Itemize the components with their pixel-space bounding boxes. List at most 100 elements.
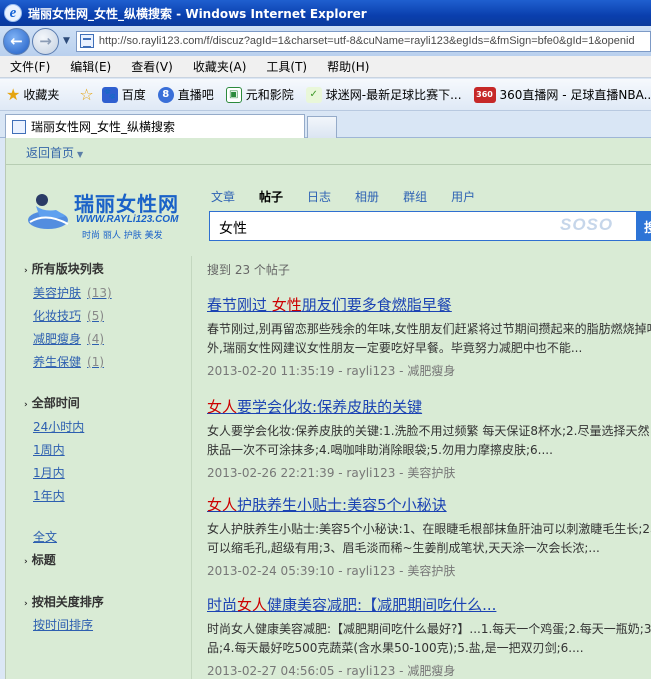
result-title-link[interactable]: 春节刚过 女性朋友们要多食燃脂早餐 (207, 294, 651, 315)
result-meta: 2013-02-27 04:56:05 - rayli123 - 减肥瘦身 (207, 664, 456, 678)
logo-site: WWW.RAYLi123.COM (76, 214, 179, 225)
navigation-bar: ← → ▼ http://so.rayli123.com/f/discuz?ag… (0, 26, 651, 56)
result-snippet: 春节刚过,别再留恋那些残余的年味,女性朋友们赶紧将过节期间攒起来的脂肪燃烧掉吧。… (207, 320, 651, 358)
fav-item-qiumi[interactable]: ✓ 球迷网-最新足球比赛下... (305, 86, 462, 103)
arrow-right-icon: › (24, 599, 28, 609)
boards-heading[interactable]: › 所有版块列表 (24, 260, 104, 277)
menu-edit[interactable]: 编辑(E) (70, 58, 111, 75)
tab-posts[interactable]: 帖子 (259, 188, 283, 205)
title-text: 朋友们要多食燃脂早餐 (301, 296, 452, 314)
search-query[interactable]: 女性 (219, 218, 247, 238)
menu-help[interactable]: 帮助(H) (327, 58, 369, 75)
fav-item-360[interactable]: 360 360直播网 - 足球直播NBA... (473, 86, 651, 103)
forward-button[interactable]: → (32, 27, 59, 55)
back-home-link[interactable]: 返回首页 ▼ (26, 144, 83, 161)
logo-figure-icon (28, 194, 69, 229)
title-text: 时尚 (207, 596, 238, 614)
tab-current[interactable]: 瑞丽女性网_女性_纵横搜索 (5, 114, 305, 138)
caret-down-icon: ▼ (77, 150, 84, 159)
time-heading-label: 全部时间 (31, 396, 80, 410)
new-tab-button[interactable] (307, 116, 337, 138)
sidebar-divider (191, 256, 192, 679)
board-link-beauty[interactable]: 美容护肤 (13) (33, 284, 112, 301)
fav-item-baidu[interactable]: 🐾 百度 (101, 86, 146, 103)
page-icon (12, 119, 26, 134)
result-snippet: 女人护肤养生小贴士:美容5个小秘诀:1、在眼睫毛根部抹鱼肝油可以刺激睫毛生长;2… (207, 520, 651, 558)
address-bar[interactable]: http://so.rayli123.com/f/discuz?agId=1&c… (75, 30, 651, 52)
search-input[interactable]: 女性 SOSO (209, 211, 651, 241)
tab-groups[interactable]: 群组 (403, 188, 427, 205)
fav-item-yuanhe[interactable]: ▣ 元和影院 (225, 86, 294, 103)
board-count: (4) (87, 332, 105, 346)
time-link-month[interactable]: 1月内 (33, 464, 65, 481)
boards-heading-label: 所有版块列表 (31, 262, 104, 276)
snippet-line: 女人护肤养生小贴士:美容5个小秘诀:1、在眼睫毛根部抹鱼肝油可以刺激睫毛生长;2… (207, 522, 651, 536)
page-icon (79, 34, 94, 48)
board-count: (13) (87, 286, 112, 300)
result-item: 女人要学会化妆:保养皮肤的关键 女人要学会化妆:保养皮肤的关键:1.洗脸不用过频… (207, 396, 651, 481)
result-item: 女人护肤养生小贴士:美容5个小秘诀 女人护肤养生小贴士:美容5个小秘诀:1、在眼… (207, 494, 651, 579)
result-title-link[interactable]: 时尚女人健康美容减肥:【减肥期间吃什么... (207, 594, 651, 615)
back-button[interactable]: ← (3, 27, 30, 55)
address-url[interactable]: http://so.rayli123.com/f/discuz?agId=1&c… (99, 35, 635, 47)
site-logo[interactable]: 瑞丽女性网 WWW.RAYLi123.COM 时尚 丽人 护肤 美发 (24, 184, 189, 244)
board-link-makeup[interactable]: 化妆技巧 (5) (33, 307, 104, 324)
time-heading[interactable]: › 全部时间 (24, 394, 80, 411)
time-link-24h[interactable]: 24小时内 (33, 418, 84, 435)
window-titlebar: e 瑞丽女性网_女性_纵横搜索 - Windows Internet Explo… (0, 0, 651, 26)
soso-watermark: SOSO (560, 215, 614, 234)
result-meta: 2013-02-26 22:21:39 - rayli123 - 美容护肤 (207, 466, 456, 480)
window-title: 瑞丽女性网_女性_纵横搜索 - Windows Internet Explore… (28, 6, 367, 21)
board-label: 美容护肤 (33, 286, 82, 300)
tab-blogs[interactable]: 日志 (307, 188, 331, 205)
snippet-line: 时尚女人健康美容减肥:【减肥期间吃什么最好?】...1.每天一个鸡蛋;2.每天一… (207, 622, 651, 636)
board-count: (5) (87, 309, 105, 323)
qiumi-icon: ✓ (305, 86, 322, 103)
fav-item-zhibo8[interactable]: 8 直播吧 (157, 86, 214, 103)
tab-albums[interactable]: 相册 (355, 188, 379, 205)
favorites-button[interactable]: ★ 收藏夹 (6, 85, 59, 104)
sort-by-time-link[interactable]: 按时间排序 (33, 616, 93, 633)
page-content: 返回首页 ▼ 瑞丽女性网 WWW.RAYLi123.COM 时尚 丽人 护肤 美发… (5, 138, 651, 679)
search-type-tabs: 文章 帖子 日志 相册 群组 用户 (211, 188, 499, 205)
arrow-right-icon: › (24, 266, 28, 276)
snippet-line: 女人要学会化妆:保养皮肤的关键:1.洗脸不用过频繁 每天保证8杯水;2.尽量选择… (207, 424, 650, 438)
title-highlight: 女人 (237, 596, 268, 614)
result-title-link[interactable]: 女人要学会化妆:保养皮肤的关键 (207, 396, 651, 417)
snippet-line: 品;4.每天最好吃500克蔬菜(含水果50-100克);5.盐,是一把双刃剑;6… (207, 641, 584, 655)
divider (6, 164, 651, 165)
menu-bar: 文件(F) 编辑(E) 查看(V) 收藏夹(A) 工具(T) 帮助(H) (0, 56, 651, 78)
favorites-bar: ★ 收藏夹 ☆ 🐾 百度 8 直播吧 ▣ 元和影院 ✓ 球迷网-最新足球比赛下.… (0, 79, 651, 111)
board-link-health[interactable]: 养生保健 (1) (33, 353, 104, 370)
snippet-line: 可以缩毛孔,超级有用;3、眉毛淡而稀~生姜削成笔状,天天涂一次会长浓;... (207, 541, 600, 555)
sort-heading: › 按相关度排序 (24, 593, 104, 610)
logo-slogan: 时尚 丽人 护肤 美发 (82, 231, 163, 241)
menu-favorites[interactable]: 收藏夹(A) (193, 58, 247, 75)
board-count: (1) (87, 355, 105, 369)
title-text: 健康美容减肥:【减肥期间吃什么... (267, 596, 497, 614)
board-label: 养生保健 (33, 355, 82, 369)
result-title-link[interactable]: 女人护肤养生小贴士:美容5个小秘诀 (207, 494, 651, 515)
menu-tools[interactable]: 工具(T) (266, 58, 307, 75)
title-text: 春节刚过 (207, 296, 272, 314)
tab-users[interactable]: 用户 (451, 188, 475, 205)
board-link-slimming[interactable]: 减肥瘦身 (4) (33, 330, 104, 347)
history-dropdown-icon[interactable]: ▼ (63, 36, 70, 46)
star-icon: ★ (6, 85, 21, 104)
menu-view[interactable]: 查看(V) (131, 58, 173, 75)
result-count: 搜到 23 个帖子 (207, 263, 290, 277)
add-favorite-icon[interactable]: ☆ (79, 85, 93, 104)
360-icon: 360 (473, 86, 496, 103)
back-home-label: 返回首页 (26, 146, 75, 160)
time-link-week[interactable]: 1周内 (33, 441, 65, 458)
title-text: 要学会化妆:保养皮肤的关键 (237, 398, 423, 416)
scope-fulltext-link[interactable]: 全文 (33, 528, 57, 545)
board-label: 化妆技巧 (33, 309, 82, 323)
logo-brand: 瑞丽女性网 (74, 192, 179, 216)
result-item: 时尚女人健康美容减肥:【减肥期间吃什么... 时尚女人健康美容减肥:【减肥期间吃… (207, 594, 651, 679)
tab-articles[interactable]: 文章 (211, 188, 235, 205)
time-link-year[interactable]: 1年内 (33, 487, 65, 504)
menu-file[interactable]: 文件(F) (10, 58, 50, 75)
search-button[interactable]: 搜 (636, 211, 651, 241)
favorites-label: 收藏夹 (23, 88, 60, 102)
